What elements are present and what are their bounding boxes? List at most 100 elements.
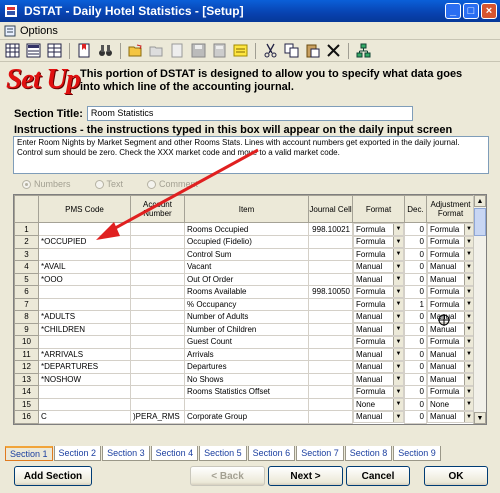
- format-dropdown[interactable]: Manual ▼: [353, 410, 404, 423]
- instructions-textbox[interactable]: Enter Room Nights by Market Segment and …: [13, 136, 489, 174]
- note-icon[interactable]: [231, 42, 250, 60]
- journal-cell-cell[interactable]: [308, 310, 353, 324]
- adjustment-format-dropdown[interactable]: Formula ▼: [427, 335, 475, 348]
- maximize-button[interactable]: □: [463, 3, 479, 19]
- adjustment-format-dropdown[interactable]: None ▼: [427, 398, 475, 411]
- table-row[interactable]: 6 Rooms Available 998.10050 Formula ▼ 0 Formul…: [14, 285, 475, 299]
- format-dropdown[interactable]: Manual ▼: [353, 360, 404, 373]
- account-number-cell[interactable]: [130, 297, 185, 311]
- radio-text[interactable]: Text: [94, 179, 123, 189]
- pms-code-cell[interactable]: *AVAIL: [38, 260, 131, 274]
- dec-cell[interactable]: 0: [404, 372, 427, 386]
- format-dropdown[interactable]: Formula ▼: [353, 248, 404, 261]
- item-cell[interactable]: % Occupancy: [184, 297, 309, 311]
- item-cell[interactable]: Departures: [184, 360, 309, 374]
- scroll-up-icon[interactable]: ▲: [474, 195, 486, 207]
- table-row[interactable]: 14 Rooms Statistics Offset Formula ▼ 0 Formul…: [14, 385, 475, 399]
- pms-code-cell[interactable]: [38, 385, 131, 399]
- table-row[interactable]: 15 None ▼ 0 None ▼: [14, 397, 475, 411]
- journal-cell-cell[interactable]: [308, 235, 353, 249]
- folder-icon[interactable]: [147, 42, 166, 60]
- format-dropdown[interactable]: None ▼: [353, 398, 404, 411]
- chevron-down-icon[interactable]: ▼: [393, 273, 403, 285]
- chevron-down-icon[interactable]: ▼: [463, 373, 474, 385]
- adjustment-format-dropdown[interactable]: Manual ▼: [427, 410, 475, 423]
- chevron-down-icon[interactable]: ▼: [463, 348, 474, 360]
- grid-header-journal-cell[interactable]: Journal Cell: [308, 195, 353, 223]
- table-row[interactable]: 13 *NOSHOW No Shows Manual ▼ 0 Manual ▼: [14, 372, 475, 386]
- pms-code-cell[interactable]: *DEPARTURES: [38, 360, 131, 374]
- table-icon[interactable]: [45, 42, 64, 60]
- table-row[interactable]: 8 *ADULTS Number of Adults Manual ▼ 0 Manual ▼: [14, 310, 475, 324]
- table-row[interactable]: 1 Rooms Occupied 998.10021 Formula ▼ 0 Formula…: [14, 222, 475, 236]
- journal-cell-cell[interactable]: [308, 272, 353, 286]
- dec-cell[interactable]: 0: [404, 222, 427, 236]
- adjustment-format-dropdown[interactable]: Formula ▼: [427, 223, 475, 236]
- item-cell[interactable]: Corporate Group: [184, 410, 309, 424]
- grid-header-format[interactable]: Format: [352, 195, 405, 223]
- journal-cell-cell[interactable]: [308, 260, 353, 274]
- account-number-cell[interactable]: [130, 372, 185, 386]
- back-button[interactable]: < Back: [190, 466, 265, 486]
- pms-code-cell[interactable]: [38, 297, 131, 311]
- pms-code-cell[interactable]: *ADULTS: [38, 310, 131, 324]
- chevron-down-icon[interactable]: ▼: [463, 323, 474, 335]
- format-dropdown[interactable]: Manual ▼: [353, 260, 404, 273]
- adjustment-format-dropdown[interactable]: Formula ▼: [427, 248, 475, 261]
- chevron-down-icon[interactable]: ▼: [393, 386, 403, 398]
- pms-code-cell[interactable]: *CHILDREN: [38, 322, 131, 336]
- grid-header-pms-code[interactable]: PMS Code: [38, 195, 131, 223]
- account-number-cell[interactable]: [130, 260, 185, 274]
- dec-cell[interactable]: 0: [404, 322, 427, 336]
- tab-section-5[interactable]: Section 5: [199, 446, 247, 461]
- grid-header-adjustment-format[interactable]: Adjustment Format: [426, 195, 475, 223]
- format-dropdown[interactable]: Manual ▼: [353, 310, 404, 323]
- account-number-cell[interactable]: [130, 347, 185, 361]
- network-icon[interactable]: [354, 42, 373, 60]
- item-cell[interactable]: Rooms Available: [184, 285, 309, 299]
- chevron-down-icon[interactable]: ▼: [463, 361, 474, 373]
- adjustment-format-dropdown[interactable]: Formula ▼: [427, 285, 475, 298]
- chevron-down-icon[interactable]: ▼: [463, 411, 474, 423]
- dec-cell[interactable]: 0: [404, 247, 427, 261]
- adjustment-format-dropdown[interactable]: Formula ▼: [427, 298, 475, 311]
- radio-comment[interactable]: Comment: [147, 179, 198, 189]
- save-icon[interactable]: [189, 42, 208, 60]
- item-cell[interactable]: Rooms Statistics Offset: [184, 385, 309, 399]
- chevron-down-icon[interactable]: ▼: [393, 223, 403, 235]
- chevron-down-icon[interactable]: ▼: [463, 236, 474, 248]
- dec-cell[interactable]: 0: [404, 347, 427, 361]
- account-number-cell[interactable]: [130, 222, 185, 236]
- table-row[interactable]: 7% Occupancy Formula ▼ 1 Formula ▼: [14, 297, 475, 311]
- pms-code-cell[interactable]: *ARRIVALS: [38, 347, 131, 361]
- chevron-down-icon[interactable]: ▼: [393, 373, 403, 385]
- table-row[interactable]: 5 *OOO Out Of Order Manual ▼ 0 Manual ▼: [14, 272, 475, 286]
- chevron-down-icon[interactable]: ▼: [463, 398, 474, 410]
- pms-code-cell[interactable]: [38, 397, 131, 411]
- ok-button[interactable]: OK: [424, 466, 488, 486]
- item-cell[interactable]: Rooms Occupied: [184, 222, 309, 236]
- account-number-cell[interactable]: [130, 335, 185, 349]
- chevron-down-icon[interactable]: ▼: [463, 311, 474, 323]
- account-number-cell[interactable]: [130, 385, 185, 399]
- table-row[interactable]: 10 Guest Count Formula ▼ 0 Formula ▼: [14, 335, 475, 349]
- dec-cell[interactable]: 0: [404, 260, 427, 274]
- account-number-cell[interactable]: [130, 360, 185, 374]
- chevron-down-icon[interactable]: ▼: [393, 298, 403, 310]
- table-row[interactable]: 11 *ARRIVALS Arrivals Manual ▼ 0 Manual ▼: [14, 347, 475, 361]
- chevron-down-icon[interactable]: ▼: [393, 361, 403, 373]
- chevron-down-icon[interactable]: ▼: [463, 261, 474, 273]
- menu-options[interactable]: Options: [20, 25, 58, 37]
- dec-cell[interactable]: 0: [404, 285, 427, 299]
- dec-cell[interactable]: 0: [404, 397, 427, 411]
- format-dropdown[interactable]: Formula ▼: [353, 335, 404, 348]
- account-number-cell[interactable]: [130, 272, 185, 286]
- item-cell[interactable]: Guest Count: [184, 335, 309, 349]
- open-folder-icon[interactable]: [126, 42, 145, 60]
- item-cell[interactable]: No Shows: [184, 372, 309, 386]
- add-section-button[interactable]: Add Section: [14, 466, 92, 486]
- dec-cell[interactable]: 0: [404, 272, 427, 286]
- chevron-down-icon[interactable]: ▼: [463, 286, 474, 298]
- dec-cell[interactable]: 0: [404, 335, 427, 349]
- account-number-cell[interactable]: [130, 310, 185, 324]
